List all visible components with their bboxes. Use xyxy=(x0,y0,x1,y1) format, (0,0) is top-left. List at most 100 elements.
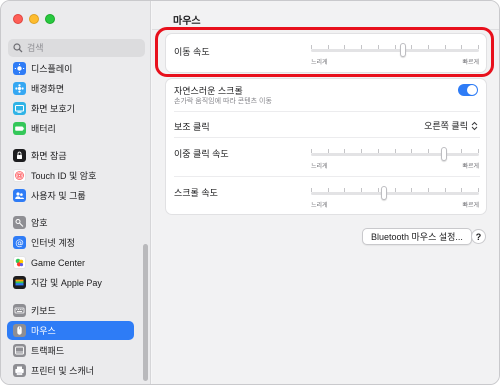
slider-tick xyxy=(478,45,479,49)
secondary-click-row: 보조 클릭 오른쪽 클릭 xyxy=(166,112,486,136)
slider-max-label: 빠르게 xyxy=(462,203,479,209)
slider-tick xyxy=(378,188,379,192)
tracking-speed-row: 이동 속도 느리게 빠르게 xyxy=(166,34,486,74)
sidebar-scrollbar[interactable] xyxy=(143,244,148,381)
slider-tick xyxy=(395,149,396,153)
slider-tick xyxy=(428,188,429,192)
users-icon xyxy=(13,189,26,202)
slider-tick xyxy=(328,149,329,153)
slider-tick xyxy=(361,149,362,153)
double-click-speed-label: 이중 클릭 속도 xyxy=(174,149,229,159)
natural-scroll-row: 자연스러운 스크롤 손가락 움직임에 따라 콘텐츠 이동 xyxy=(166,79,486,111)
slider-tick xyxy=(378,45,379,49)
slider-track xyxy=(311,153,479,156)
slider-min-label: 느리게 xyxy=(311,60,328,66)
bluetooth-mouse-setup-button[interactable]: Bluetooth 마우스 설정... xyxy=(362,228,472,245)
slider-thumb[interactable] xyxy=(400,43,406,57)
slider-max-label: 빠르게 xyxy=(462,164,479,170)
secondary-click-popup[interactable]: 오른쪽 클릭 xyxy=(424,119,478,132)
slider-thumb[interactable] xyxy=(441,147,447,161)
keyboard-icon xyxy=(13,304,26,317)
window-controls xyxy=(13,14,55,24)
natural-scroll-description: 손가락 움직임에 따라 콘텐츠 이동 xyxy=(174,98,272,105)
search-field[interactable] xyxy=(8,39,145,57)
zoom-button[interactable] xyxy=(45,14,55,24)
secondary-click-label: 보조 클릭 xyxy=(174,122,210,132)
slider-tick xyxy=(344,45,345,49)
sidebar-item-label: Game Center xyxy=(31,257,86,268)
slider-tick xyxy=(361,45,362,49)
sidebar-item-screensaver[interactable]: 화면 보호기 xyxy=(7,99,134,118)
slider-min-label: 느리게 xyxy=(311,164,328,170)
sidebar-item-printers[interactable]: 프린터 및 스캐너 xyxy=(7,361,134,380)
search-icon xyxy=(13,43,23,53)
sidebar-item-touch-id[interactable]: Touch ID 및 암호 xyxy=(7,166,134,185)
slider-thumb[interactable] xyxy=(381,186,387,200)
toggle-knob xyxy=(467,85,477,95)
slider-tick xyxy=(461,45,462,49)
sidebar-item-label: 지갑 및 Apple Pay xyxy=(31,278,102,288)
scroll-speed-slider[interactable]: 느리게 빠르게 xyxy=(311,182,479,209)
slider-tick xyxy=(378,149,379,153)
settings-window: 디스플레이 배경화면 화면 보호기 배터리 xyxy=(0,0,500,385)
printer-icon xyxy=(13,364,26,377)
sidebar-item-game-center[interactable]: Game Center xyxy=(7,253,134,272)
sidebar-item-users[interactable]: 사용자 및 그룹 xyxy=(7,186,134,205)
trackpad-icon xyxy=(13,344,26,357)
double-click-speed-slider[interactable]: 느리게 빠르게 xyxy=(311,143,479,170)
title-divider xyxy=(152,29,499,30)
key-icon xyxy=(13,216,26,229)
screensaver-icon xyxy=(13,102,26,115)
close-button[interactable] xyxy=(13,14,23,24)
tracking-speed-slider[interactable]: 느리게 빠르게 xyxy=(311,39,479,66)
page-title: 마우스 xyxy=(173,16,201,27)
slider-tick xyxy=(428,45,429,49)
tracking-group: 이동 속도 느리게 빠르게 xyxy=(165,33,487,73)
slider-tick xyxy=(311,45,312,49)
sidebar-item-label: 인터넷 계정 xyxy=(31,238,75,248)
mouse-icon xyxy=(13,324,26,337)
slider-tick xyxy=(411,45,412,49)
slider-tick xyxy=(395,188,396,192)
slider-tick xyxy=(478,149,479,153)
svg-text:@: @ xyxy=(15,238,24,248)
sidebar-item-battery[interactable]: 배터리 xyxy=(7,119,134,138)
natural-scroll-toggle[interactable] xyxy=(458,84,478,96)
scroll-speed-label: 스크롤 속도 xyxy=(174,188,218,198)
battery-icon xyxy=(13,122,26,135)
minimize-button[interactable] xyxy=(29,14,39,24)
slider-tick xyxy=(445,188,446,192)
sidebar-item-mouse[interactable]: 마우스 xyxy=(7,321,134,340)
sidebar-item-wallet[interactable]: 지갑 및 Apple Pay xyxy=(7,273,134,292)
slider-tick xyxy=(361,188,362,192)
sidebar-item-lock-screen[interactable]: 화면 잠금 xyxy=(7,146,134,165)
sidebar-item-label: 화면 보호기 xyxy=(31,104,75,114)
slider-tick xyxy=(328,45,329,49)
main-pane: 마우스 이동 속도 느리게 빠르게 자연스러운 스크롤 손가락 움직임에 따라 … xyxy=(152,1,499,384)
slider-tick xyxy=(445,45,446,49)
sidebar-item-keyboard[interactable]: 키보드 xyxy=(7,301,134,320)
sidebar-item-label: 암호 xyxy=(31,218,48,228)
sidebar-item-internet-accounts[interactable]: @ 인터넷 계정 xyxy=(7,233,134,252)
sidebar-item-label: 배터리 xyxy=(31,124,56,134)
display-icon xyxy=(13,62,26,75)
sidebar-item-label: 키보드 xyxy=(31,306,56,316)
sidebar-item-wallpaper[interactable]: 배경화면 xyxy=(7,79,134,98)
sidebar-item-trackpad[interactable]: 트랙패드 xyxy=(7,341,134,360)
scroll-speed-row: 스크롤 속도 느리게 빠르게 xyxy=(166,177,486,215)
slider-tick xyxy=(311,188,312,192)
sidebar-item-passwords[interactable]: 암호 xyxy=(7,213,134,232)
secondary-click-value: 오른쪽 클릭 xyxy=(424,121,468,131)
tracking-speed-label: 이동 속도 xyxy=(174,47,210,57)
slider-tick xyxy=(395,45,396,49)
slider-tick xyxy=(411,149,412,153)
help-button[interactable]: ? xyxy=(471,229,486,244)
sidebar-item-label: 디스플레이 xyxy=(31,64,73,74)
search-input[interactable] xyxy=(27,43,137,53)
slider-tick xyxy=(328,188,329,192)
slider-tick xyxy=(461,149,462,153)
slider-max-label: 빠르게 xyxy=(462,60,479,66)
sidebar-item-label: Touch ID 및 암호 xyxy=(31,171,97,181)
sidebar-item-display[interactable]: 디스플레이 xyxy=(7,59,134,78)
game-center-icon xyxy=(13,256,26,269)
